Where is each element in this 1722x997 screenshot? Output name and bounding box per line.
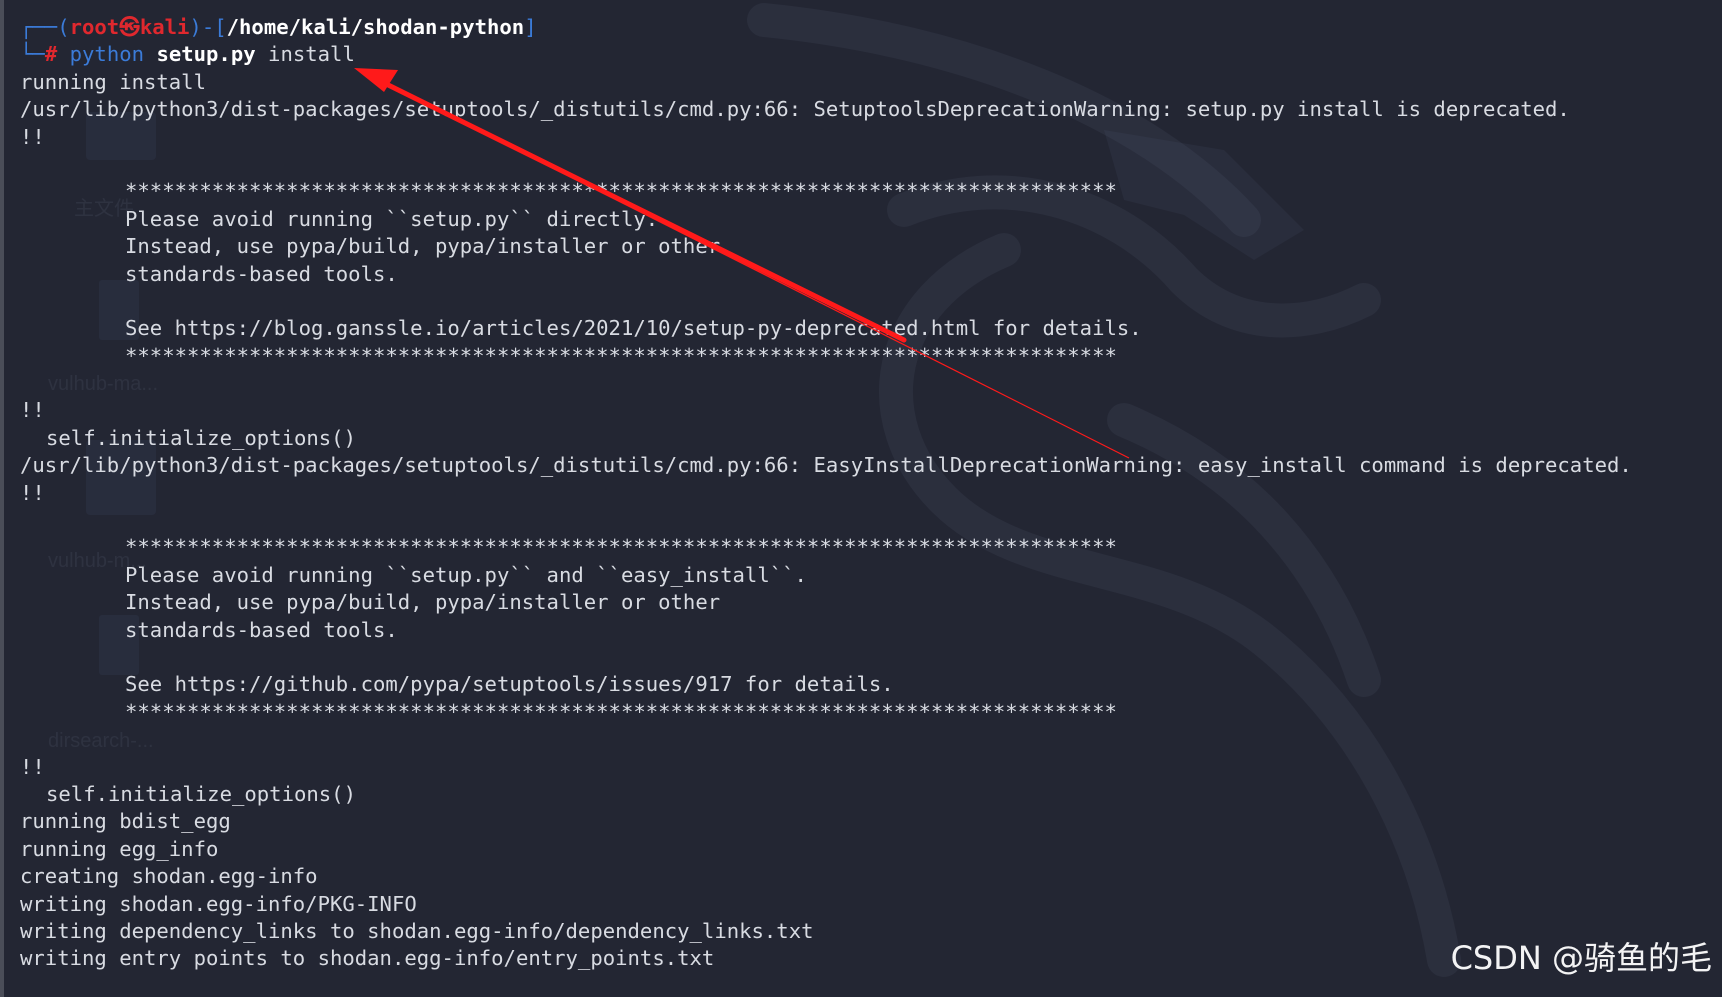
- terminal-content[interactable]: ┌──(root㉿kali)-[/home/kali/shodan-python…: [20, 14, 1720, 973]
- output-line: running egg_info: [20, 836, 219, 861]
- prompt-line-1: ┌──(root㉿kali)-[/home/kali/shodan-python…: [20, 14, 1720, 41]
- output-line: /usr/lib/python3/dist-packages/setuptool…: [20, 453, 1632, 478]
- prompt-at-symbol: ㉿: [119, 15, 140, 39]
- output-line: /usr/lib/python3/dist-packages/setuptool…: [20, 97, 1570, 122]
- prompt-line-2[interactable]: └─# python setup.py install: [20, 41, 1720, 68]
- output-line: running bdist_egg: [20, 809, 231, 834]
- output-line: !!: [20, 480, 45, 505]
- output-line: !!: [20, 398, 45, 423]
- output-line: self.initialize_options(): [46, 425, 356, 450]
- output-line: running install: [20, 69, 206, 94]
- command-name: python: [69, 42, 145, 67]
- output-line: ****************************************…: [125, 343, 1117, 368]
- output-line: !!: [20, 754, 45, 779]
- command-arg-setup-py: setup.py: [156, 42, 256, 67]
- output-line: ****************************************…: [125, 699, 1117, 724]
- output-line: writing shodan.egg-info/PKG-INFO: [20, 891, 417, 916]
- prompt-host: kali: [139, 15, 190, 39]
- prompt-user: root: [69, 15, 120, 39]
- output-line: Please avoid running ``setup.py`` and ``…: [125, 562, 807, 587]
- output-line: standards-based tools.: [125, 261, 398, 286]
- prompt-close: ]: [524, 15, 537, 39]
- csdn-watermark: CSDN @骑鱼的毛: [1450, 939, 1712, 977]
- output-line: creating shodan.egg-info: [20, 864, 318, 889]
- output-line: self.initialize_options(): [46, 781, 356, 806]
- output-line: ****************************************…: [125, 535, 1117, 560]
- prompt-box-top: ┌──(: [20, 15, 70, 39]
- output-line: See https://blog.ganssle.io/articles/202…: [125, 316, 1142, 341]
- prompt-path: /home/kali/shodan-python: [226, 15, 525, 39]
- prompt-mid: )-[: [189, 15, 227, 39]
- output-line: standards-based tools.: [125, 617, 398, 642]
- command-arg-install: install: [268, 42, 355, 67]
- terminal-window[interactable]: 主文件 vulhub-ma... vulhub-m... dirsearch-.…: [0, 0, 1722, 997]
- output-lines: running install/usr/lib/python3/dist-pac…: [20, 69, 1720, 973]
- output-line: Instead, use pypa/build, pypa/installer …: [125, 590, 721, 615]
- prompt-hash: #: [44, 42, 70, 67]
- output-line: !!: [20, 124, 45, 149]
- output-line: Please avoid running ``setup.py`` direct…: [125, 206, 659, 231]
- output-line: See https://github.com/pypa/setuptools/i…: [125, 672, 894, 697]
- output-line: Instead, use pypa/build, pypa/installer …: [125, 234, 721, 259]
- output-line: ****************************************…: [125, 179, 1117, 204]
- prompt-box-bottom: └─: [20, 42, 45, 67]
